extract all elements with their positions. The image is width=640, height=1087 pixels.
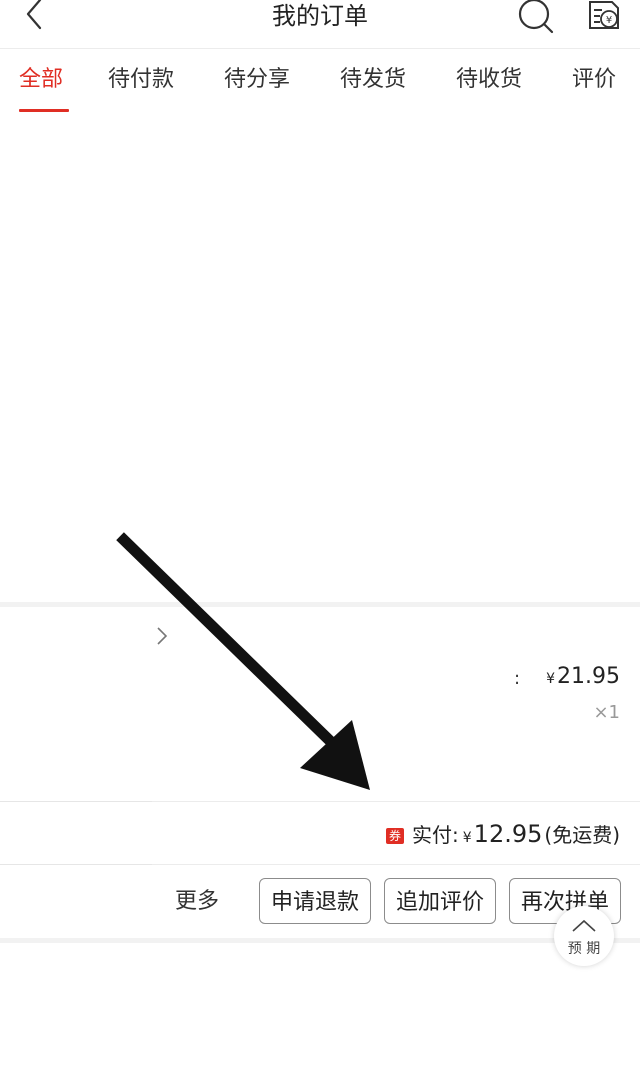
tab-pending-payment[interactable]: 待付款 [108, 64, 174, 96]
tab-pending-share[interactable]: 待分享 [224, 64, 290, 96]
pay-label: 实付: [412, 823, 459, 847]
chevron-up-icon [572, 919, 596, 932]
active-tab-indicator [19, 109, 69, 112]
divider-actions-left [0, 864, 152, 865]
order-status-tabs: 全部 待付款 待分享 待发货 待收货 评价 [0, 48, 640, 120]
tab-review[interactable]: 评价 [572, 64, 616, 96]
payment-summary: 券 实付: ¥ 12.95 (免运费) [385, 818, 620, 854]
collapse-button[interactable]: 预 期 [554, 906, 614, 966]
card-bottom-divider [0, 938, 640, 943]
search-icon[interactable] [512, 0, 556, 38]
pay-currency: ¥ [462, 830, 472, 846]
coupon-badge: 券 [385, 828, 404, 844]
pay-amount: 12.95 [473, 820, 543, 848]
divider-actions [152, 864, 640, 865]
refund-button[interactable]: 申请退款 [259, 878, 371, 924]
tab-all[interactable]: 全部 [19, 64, 63, 96]
add-review-button[interactable]: 追加评价 [384, 878, 496, 924]
app-header: 我的订单 ¥ [0, 0, 640, 49]
annotation-arrow-icon [116, 532, 370, 790]
divider-pay [152, 801, 640, 802]
tab-pending-shipment[interactable]: 待发货 [340, 64, 406, 96]
yen-bill-icon[interactable]: ¥ [582, 0, 626, 38]
shipping-note: (免运费) [544, 823, 620, 847]
more-button[interactable]: 更多 [175, 886, 219, 918]
product-spec-marker: : [514, 668, 521, 689]
currency-symbol: ¥ [546, 671, 556, 687]
product-price: ¥21.95 [546, 664, 620, 689]
tab-pending-receipt[interactable]: 待收货 [456, 64, 522, 96]
price-value: 21.95 [557, 664, 620, 689]
product-quantity: ×1 [593, 702, 620, 723]
svg-text:¥: ¥ [606, 15, 612, 26]
collapse-label: 预 期 [567, 941, 601, 957]
divider-left-segment [0, 801, 152, 802]
